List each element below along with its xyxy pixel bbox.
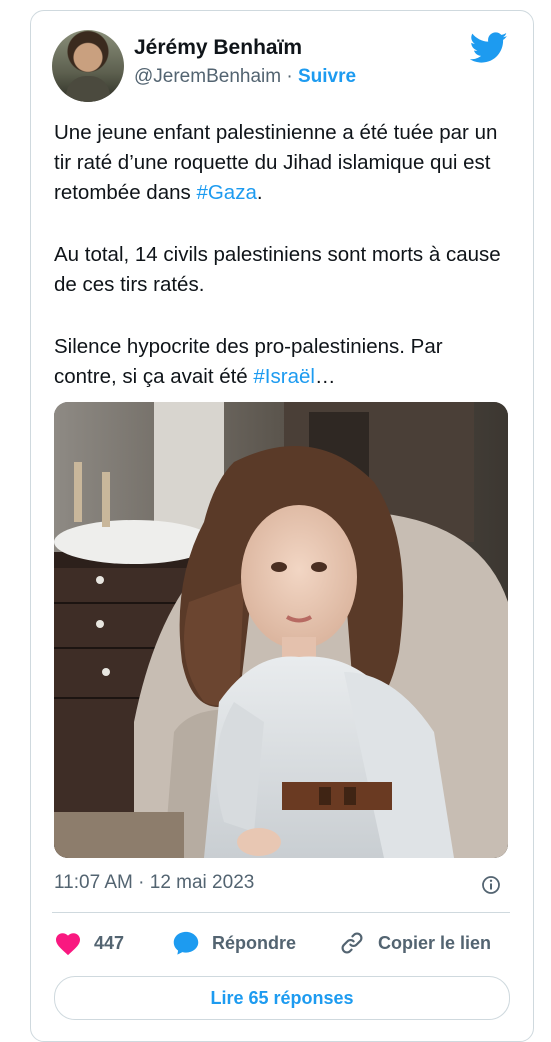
author-handle-row: @JeremBenhaim · Suivre <box>134 66 356 88</box>
reply-bubble-icon <box>173 931 199 955</box>
avatar[interactable] <box>52 30 124 102</box>
like-count: 447 <box>94 932 125 953</box>
heart-icon <box>55 933 81 956</box>
tweet-text: Une jeune enfant palestinienne a été tué… <box>54 118 504 424</box>
author-name[interactable]: Jérémy Benhaïm <box>134 36 302 60</box>
read-replies-button[interactable]: Lire 65 réponses <box>54 976 510 1020</box>
tweet-timestamp[interactable]: 11:07 AM · 12 mai 2023 <box>54 872 254 894</box>
reply-label: Répondre <box>212 932 297 953</box>
follow-button[interactable]: Suivre <box>298 66 356 87</box>
girl-portrait-image <box>54 402 508 858</box>
tweet-paragraph-3: Silence hypocrite des pro-palestiniens. … <box>54 335 443 388</box>
hashtag-gaza[interactable]: #Gaza <box>196 181 256 204</box>
link-icon <box>341 932 363 954</box>
tweet-photo[interactable] <box>54 402 508 858</box>
author-handle[interactable]: @JeremBenhaim <box>134 66 281 87</box>
copy-link-button[interactable]: Copier le lien <box>338 930 491 956</box>
info-icon[interactable] <box>481 875 501 895</box>
reply-button[interactable]: Répondre <box>172 930 296 956</box>
handle-separator: · <box>286 66 293 87</box>
twitter-bird-icon[interactable] <box>470 32 508 64</box>
tweet-paragraph-2: Au total, 14 civils palestiniens sont mo… <box>54 243 501 296</box>
hashtag-israel[interactable]: #Israël <box>253 365 315 388</box>
divider <box>52 912 510 913</box>
like-button[interactable]: 447 <box>54 930 124 956</box>
copy-link-label: Copier le lien <box>378 932 492 953</box>
tweet-paragraph-1: Une jeune enfant palestinienne a été tué… <box>54 121 498 204</box>
